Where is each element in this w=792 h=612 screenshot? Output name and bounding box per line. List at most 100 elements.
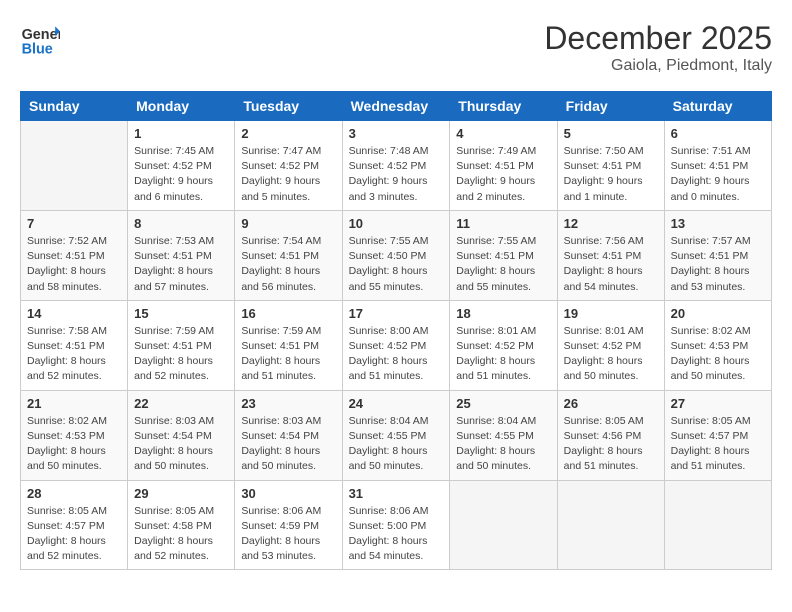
day-number: 13 xyxy=(671,216,765,231)
column-header-monday: Monday xyxy=(128,92,235,121)
day-info: Sunrise: 8:05 AMSunset: 4:57 PMDaylight:… xyxy=(27,504,121,565)
calendar-cell: 14 Sunrise: 7:58 AMSunset: 4:51 PMDayligh… xyxy=(21,300,128,390)
calendar-week-2: 7 Sunrise: 7:52 AMSunset: 4:51 PMDaylight… xyxy=(21,210,772,300)
day-info: Sunrise: 7:50 AMSunset: 4:51 PMDaylight:… xyxy=(564,144,658,205)
day-info: Sunrise: 8:03 AMSunset: 4:54 PMDaylight:… xyxy=(241,414,335,475)
day-number: 14 xyxy=(27,306,121,321)
day-info: Sunrise: 7:59 AMSunset: 4:51 PMDaylight:… xyxy=(241,324,335,385)
day-info: Sunrise: 7:52 AMSunset: 4:51 PMDaylight:… xyxy=(27,234,121,295)
logo-icon: General Blue xyxy=(20,20,60,60)
calendar-subtitle: Gaiola, Piedmont, Italy xyxy=(544,57,772,75)
day-number: 2 xyxy=(241,126,335,141)
day-number: 22 xyxy=(134,396,228,411)
calendar-cell: 21 Sunrise: 8:02 AMSunset: 4:53 PMDayligh… xyxy=(21,390,128,480)
calendar-cell: 29 Sunrise: 8:05 AMSunset: 4:58 PMDayligh… xyxy=(128,480,235,570)
day-number: 15 xyxy=(134,306,228,321)
day-number: 20 xyxy=(671,306,765,321)
calendar-cell: 11Sunrise: 7:55 AMSunset: 4:51 PMDayligh… xyxy=(450,210,557,300)
day-info: Sunrise: 8:06 AMSunset: 5:00 PMDaylight:… xyxy=(349,504,444,565)
day-number: 3 xyxy=(349,126,444,141)
day-number: 5 xyxy=(564,126,658,141)
day-info: Sunrise: 8:04 AMSunset: 4:55 PMDaylight:… xyxy=(349,414,444,475)
day-number: 8 xyxy=(134,216,228,231)
day-info: Sunrise: 7:51 AMSunset: 4:51 PMDaylight:… xyxy=(671,144,765,205)
calendar-cell: 24 Sunrise: 8:04 AMSunset: 4:55 PMDayligh… xyxy=(342,390,450,480)
day-info: Sunrise: 8:04 AMSunset: 4:55 PMDaylight:… xyxy=(456,414,550,475)
day-number: 16 xyxy=(241,306,335,321)
day-number: 9 xyxy=(241,216,335,231)
calendar-cell: 28 Sunrise: 8:05 AMSunset: 4:57 PMDayligh… xyxy=(21,480,128,570)
day-info: Sunrise: 7:59 AMSunset: 4:51 PMDaylight:… xyxy=(134,324,228,385)
day-info: Sunrise: 7:57 AMSunset: 4:51 PMDaylight:… xyxy=(671,234,765,295)
day-number: 12 xyxy=(564,216,658,231)
day-info: Sunrise: 8:05 AMSunset: 4:58 PMDaylight:… xyxy=(134,504,228,565)
day-info: Sunrise: 7:47 AMSunset: 4:52 PMDaylight:… xyxy=(241,144,335,205)
day-info: Sunrise: 7:58 AMSunset: 4:51 PMDaylight:… xyxy=(27,324,121,385)
day-info: Sunrise: 7:49 AMSunset: 4:51 PMDaylight:… xyxy=(456,144,550,205)
day-number: 1 xyxy=(134,126,228,141)
calendar-cell: 7 Sunrise: 7:52 AMSunset: 4:51 PMDaylight… xyxy=(21,210,128,300)
calendar-title: December 2025 xyxy=(544,20,772,57)
day-number: 28 xyxy=(27,486,121,501)
column-header-friday: Friday xyxy=(557,92,664,121)
day-info: Sunrise: 7:45 AMSunset: 4:52 PMDaylight:… xyxy=(134,144,228,205)
calendar-header-row: SundayMondayTuesdayWednesdayThursdayFrid… xyxy=(21,92,772,121)
day-number: 29 xyxy=(134,486,228,501)
calendar-cell: 2 Sunrise: 7:47 AMSunset: 4:52 PMDaylight… xyxy=(235,121,342,211)
day-info: Sunrise: 8:01 AMSunset: 4:52 PMDaylight:… xyxy=(564,324,658,385)
column-header-saturday: Saturday xyxy=(664,92,771,121)
day-number: 21 xyxy=(27,396,121,411)
day-number: 24 xyxy=(349,396,444,411)
calendar-cell: 25 Sunrise: 8:04 AMSunset: 4:55 PMDayligh… xyxy=(450,390,557,480)
calendar-week-4: 21 Sunrise: 8:02 AMSunset: 4:53 PMDayligh… xyxy=(21,390,772,480)
calendar-cell xyxy=(21,121,128,211)
calendar-week-3: 14 Sunrise: 7:58 AMSunset: 4:51 PMDayligh… xyxy=(21,300,772,390)
day-info: Sunrise: 8:02 AMSunset: 4:53 PMDaylight:… xyxy=(27,414,121,475)
day-info: Sunrise: 7:56 AMSunset: 4:51 PMDaylight:… xyxy=(564,234,658,295)
day-number: 4 xyxy=(456,126,550,141)
day-number: 10 xyxy=(349,216,444,231)
day-number: 18 xyxy=(456,306,550,321)
day-info: Sunrise: 7:55 AMSunset: 4:50 PMDaylight:… xyxy=(349,234,444,295)
day-number: 25 xyxy=(456,396,550,411)
calendar-cell: 23Sunrise: 8:03 AMSunset: 4:54 PMDayligh… xyxy=(235,390,342,480)
calendar-cell: 5 Sunrise: 7:50 AMSunset: 4:51 PMDaylight… xyxy=(557,121,664,211)
page-header: General Blue December 2025 Gaiola, Piedm… xyxy=(20,20,772,75)
calendar-cell: 19 Sunrise: 8:01 AMSunset: 4:52 PMDayligh… xyxy=(557,300,664,390)
column-header-tuesday: Tuesday xyxy=(235,92,342,121)
calendar-cell: 22Sunrise: 8:03 AMSunset: 4:54 PMDayligh… xyxy=(128,390,235,480)
calendar-table: SundayMondayTuesdayWednesdayThursdayFrid… xyxy=(20,91,772,570)
calendar-cell: 1 Sunrise: 7:45 AMSunset: 4:52 PMDaylight… xyxy=(128,121,235,211)
day-number: 26 xyxy=(564,396,658,411)
day-number: 6 xyxy=(671,126,765,141)
calendar-cell: 9Sunrise: 7:54 AMSunset: 4:51 PMDaylight… xyxy=(235,210,342,300)
day-info: Sunrise: 7:53 AMSunset: 4:51 PMDaylight:… xyxy=(134,234,228,295)
calendar-cell: 18 Sunrise: 8:01 AMSunset: 4:52 PMDayligh… xyxy=(450,300,557,390)
calendar-cell: 30 Sunrise: 8:06 AMSunset: 4:59 PMDayligh… xyxy=(235,480,342,570)
calendar-cell: 26 Sunrise: 8:05 AMSunset: 4:56 PMDayligh… xyxy=(557,390,664,480)
calendar-cell xyxy=(664,480,771,570)
calendar-cell: 4 Sunrise: 7:49 AMSunset: 4:51 PMDaylight… xyxy=(450,121,557,211)
day-number: 11 xyxy=(456,216,550,231)
calendar-cell: 31 Sunrise: 8:06 AMSunset: 5:00 PMDayligh… xyxy=(342,480,450,570)
calendar-cell: 15 Sunrise: 7:59 AMSunset: 4:51 PMDayligh… xyxy=(128,300,235,390)
day-number: 31 xyxy=(349,486,444,501)
day-info: Sunrise: 8:06 AMSunset: 4:59 PMDaylight:… xyxy=(241,504,335,565)
day-number: 19 xyxy=(564,306,658,321)
calendar-cell: 10 Sunrise: 7:55 AMSunset: 4:50 PMDayligh… xyxy=(342,210,450,300)
day-number: 17 xyxy=(349,306,444,321)
day-info: Sunrise: 8:05 AMSunset: 4:56 PMDaylight:… xyxy=(564,414,658,475)
calendar-cell: 13 Sunrise: 7:57 AMSunset: 4:51 PMDayligh… xyxy=(664,210,771,300)
column-header-thursday: Thursday xyxy=(450,92,557,121)
column-header-wednesday: Wednesday xyxy=(342,92,450,121)
day-info: Sunrise: 8:01 AMSunset: 4:52 PMDaylight:… xyxy=(456,324,550,385)
day-number: 7 xyxy=(27,216,121,231)
calendar-cell: 20Sunrise: 8:02 AMSunset: 4:53 PMDayligh… xyxy=(664,300,771,390)
calendar-cell: 3Sunrise: 7:48 AMSunset: 4:52 PMDaylight… xyxy=(342,121,450,211)
day-number: 30 xyxy=(241,486,335,501)
calendar-cell: 12 Sunrise: 7:56 AMSunset: 4:51 PMDayligh… xyxy=(557,210,664,300)
calendar-cell xyxy=(557,480,664,570)
calendar-cell: 16 Sunrise: 7:59 AMSunset: 4:51 PMDayligh… xyxy=(235,300,342,390)
logo: General Blue xyxy=(20,20,60,60)
calendar-cell xyxy=(450,480,557,570)
